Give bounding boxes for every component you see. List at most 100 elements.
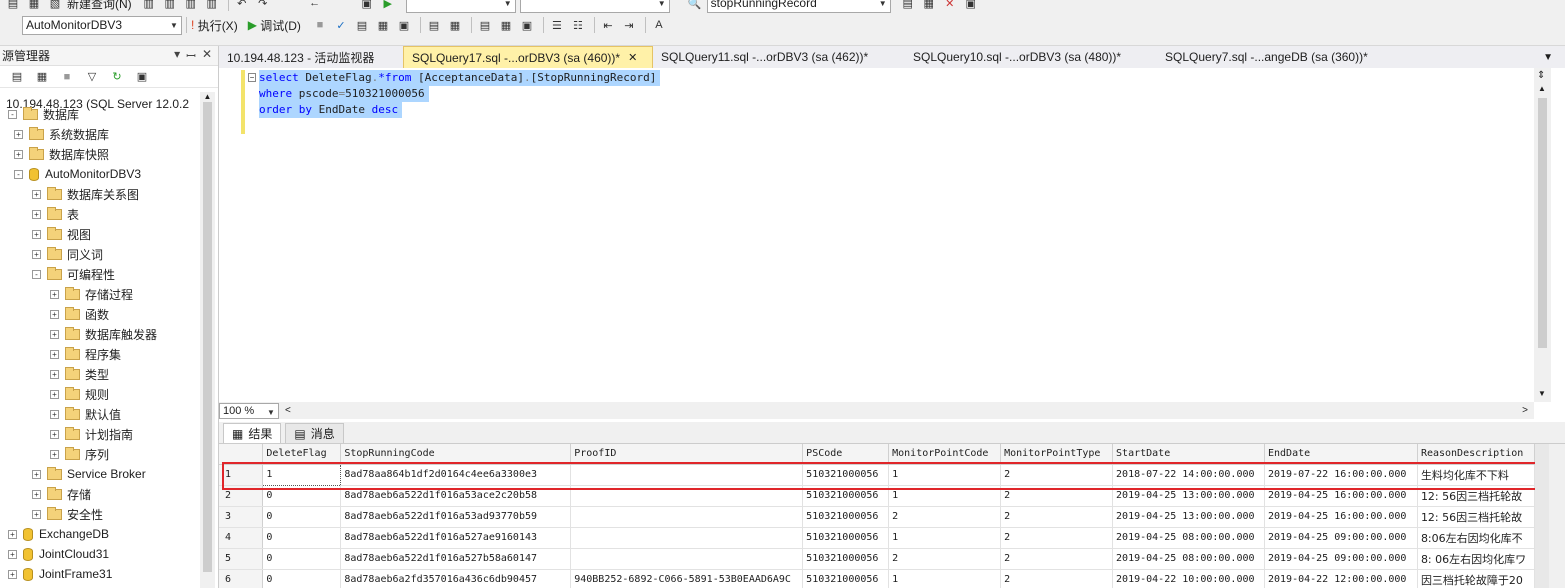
table-row[interactable]: 4 0 8ad78aeb6a522d1f016a527ae9160143 510321… (219, 527, 1535, 549)
tree-node-exchangedb[interactable]: + ExchangeDB (8, 524, 109, 544)
table-cell[interactable]: 2019-04-25 16:00:00.000 (1264, 506, 1418, 528)
table-cell[interactable] (570, 506, 804, 528)
expand-icon[interactable]: + (50, 389, 59, 399)
column-header[interactable]: ProofID (570, 444, 804, 465)
activity-monitor-icon[interactable]: ▣ (133, 68, 151, 86)
collapse-icon[interactable]: - (32, 269, 41, 279)
expand-icon[interactable]: + (14, 129, 23, 139)
table-cell[interactable]: 510321000056 (802, 527, 890, 549)
dmx-query-icon[interactable]: ▥ (182, 0, 200, 12)
column-header[interactable]: EndDate (1264, 444, 1418, 465)
table-cell[interactable]: 2 (1000, 506, 1114, 528)
include-plan-icon[interactable]: ▤ (425, 16, 443, 34)
column-header[interactable]: StartDate (1112, 444, 1265, 465)
tree-node-系统数据库[interactable]: + 系统数据库 (14, 124, 109, 144)
table-cell[interactable]: 2019-04-25 08:00:00.000 (1112, 548, 1265, 570)
scroll-thumb[interactable] (1538, 98, 1547, 348)
expand-icon[interactable]: + (32, 189, 41, 199)
undo-icon[interactable]: ↶ (233, 0, 251, 12)
table-cell[interactable]: 2019-04-25 09:00:00.000 (1264, 548, 1418, 570)
dropdown-icon[interactable]: ▾ (174, 47, 180, 64)
table-cell[interactable]: 2019-04-25 08:00:00.000 (1112, 527, 1265, 549)
tree-node-程序集[interactable]: + 程序集 (50, 344, 121, 364)
uncomment-icon[interactable]: ☷ (569, 16, 587, 34)
expand-icon[interactable]: + (50, 309, 59, 319)
xmla-query-icon[interactable]: ▥ (203, 0, 221, 12)
tree-node-计划指南[interactable]: + 计划指南 (50, 424, 133, 444)
filter-icon[interactable]: ▽ (83, 68, 101, 86)
table-cell[interactable]: 8: 06左右因均化库ワ (1417, 548, 1535, 570)
column-header[interactable]: PSCode (802, 444, 890, 465)
tree-node-jointcloud31[interactable]: + JointCloud31 (8, 544, 109, 564)
collapse-icon[interactable]: − (248, 73, 256, 82)
disconnect-icon[interactable]: ▦ (33, 68, 51, 86)
zoom-combo[interactable]: 100 % ▼ (219, 402, 279, 419)
grid-scrollbar[interactable] (1535, 444, 1565, 588)
table-cell[interactable]: 8ad78aeb6a2fd357016a436c6db90457 (340, 569, 572, 588)
expand-icon[interactable]: + (50, 449, 59, 459)
table-row[interactable]: 3 0 8ad78aeb6a522d1f016a53ad93770b59 510321… (219, 506, 1535, 528)
table-cell[interactable] (570, 548, 804, 570)
display-plan-icon[interactable]: ▤ (353, 16, 371, 34)
object-explorer-scrollbar[interactable]: ▲ (200, 92, 215, 588)
table-cell[interactable]: 2 (888, 548, 1002, 570)
table-cell[interactable]: 2019-04-25 13:00:00.000 (1112, 506, 1265, 528)
results-file-icon[interactable]: ▣ (518, 16, 536, 34)
nav-back-icon[interactable]: ← (275, 0, 355, 12)
tree-node-service-broker[interactable]: + Service Broker (32, 464, 146, 484)
expand-icon[interactable]: + (8, 569, 17, 579)
query-editor[interactable]: − select DeleteFlag. *from [AcceptanceDat… (219, 68, 1534, 402)
solution-config-combo[interactable]: ▼ (405, 0, 516, 13)
find-icon[interactable]: 🔍 (686, 0, 704, 12)
tree-node-函数[interactable]: + 函数 (50, 304, 109, 324)
query-designer-icon[interactable]: ▦ (374, 16, 392, 34)
expand-icon[interactable]: + (50, 289, 59, 299)
table-cell[interactable]: 510321000056 (802, 548, 890, 570)
search-combo[interactable]: stopRunningRecord ▼ (706, 0, 891, 13)
column-header[interactable]: StopRunningCode (340, 444, 572, 465)
tree-node-存储过程[interactable]: + 存储过程 (50, 284, 133, 304)
find-files-icon[interactable]: ▤ (899, 0, 917, 12)
results-to-grid-icon[interactable]: ▣ (395, 16, 413, 34)
tab-sqlquery10[interactable]: SQLQuery10.sql -...orDBV3 (sa (480))* (905, 46, 1157, 68)
refresh-icon[interactable]: ↻ (108, 68, 126, 86)
connect-icon[interactable]: ▤ (8, 68, 26, 86)
table-cell[interactable]: 8ad78aeb6a522d1f016a527ae9160143 (340, 527, 572, 549)
editor-scrollbar[interactable]: ⇕ ▲ ▼ (1534, 68, 1551, 402)
table-cell[interactable]: 940BB252-6892-C066-5891-53B0EAAD6A9C (570, 569, 804, 588)
expand-icon[interactable]: + (32, 209, 41, 219)
tree-node-规则[interactable]: + 规则 (50, 384, 109, 404)
table-cell[interactable]: 510321000056 (802, 506, 890, 528)
mdx-query-icon[interactable]: ▥ (161, 0, 179, 12)
table-cell[interactable]: 0 (262, 506, 342, 528)
tree-node-jointframe31[interactable]: + JointFrame31 (8, 564, 112, 584)
table-cell[interactable]: 2 (1000, 527, 1114, 549)
client-stats-icon[interactable]: ▦ (446, 16, 464, 34)
properties-icon[interactable]: ▦ (920, 0, 938, 12)
table-row[interactable]: 6 0 8ad78aeb6a2fd357016a436c6db90457 940BB2… (219, 569, 1535, 588)
specify-values-icon[interactable]: A (650, 16, 668, 34)
table-cell[interactable]: 0 (262, 569, 342, 588)
expand-icon[interactable]: + (14, 149, 23, 159)
table-cell[interactable]: 0 (262, 548, 342, 570)
db-query-icon[interactable]: ▥ (140, 0, 158, 12)
tab-messages[interactable]: ▤ 消息 (285, 423, 344, 443)
scroll-up-icon[interactable]: ▲ (1538, 84, 1546, 93)
row-number[interactable]: 4 (219, 527, 264, 549)
execute-button[interactable]: ! 执行(X) (191, 17, 238, 34)
row-number[interactable]: 6 (219, 569, 264, 588)
column-header[interactable]: MonitorPointType (1000, 444, 1114, 465)
table-cell[interactable]: 2019-04-22 10:00:00.000 (1112, 569, 1265, 588)
tree-node-类型[interactable]: + 类型 (50, 364, 109, 384)
tab-sqlquery11[interactable]: SQLQuery11.sql -...orDBV3 (sa (462))* (653, 46, 905, 68)
database-combo[interactable]: AutoMonitorDBV3 ▼ (22, 15, 182, 35)
row-number[interactable]: 3 (219, 506, 264, 528)
tree-node-表[interactable]: + 表 (32, 204, 79, 224)
table-cell[interactable]: 2 (1000, 548, 1114, 570)
platform-combo[interactable]: ▼ (519, 0, 670, 13)
column-header[interactable]: MonitorPointCode (888, 444, 1002, 465)
parse-icon[interactable]: ✓ (332, 16, 350, 34)
pin-icon[interactable]: ꟷ (186, 47, 196, 64)
close-tab-icon[interactable]: ✕ (628, 51, 637, 64)
table-cell[interactable]: 8:06左右因均化库不 (1417, 527, 1535, 549)
